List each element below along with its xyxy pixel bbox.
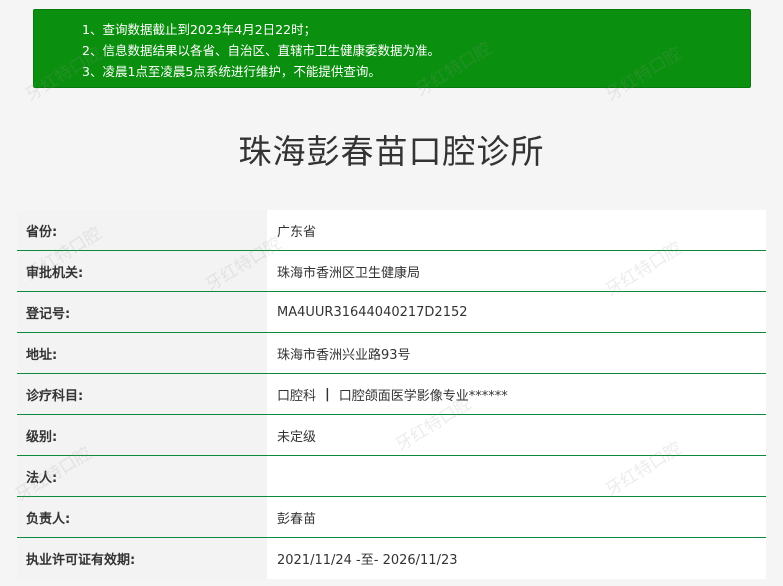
row-label: 级别: <box>17 415 267 455</box>
table-row: 负责人: 彭春苗 <box>17 497 766 538</box>
department-item: 口腔科 <box>277 388 317 404</box>
department-item: 口腔颌面医学影像专业****** <box>338 388 508 404</box>
notice-line-3: 3、凌晨1点至凌晨5点系统进行维护，不能提供查询。 <box>82 64 381 79</box>
table-row: 级别: 未定级 <box>17 415 766 456</box>
row-label: 执业许可证有效期: <box>17 538 267 579</box>
row-value: 2021/11/24 -至- 2026/11/23 <box>267 538 766 579</box>
notice-banner: 1、查询数据截止到2023年4月2日22时； 2、信息数据结果以各省、自治区、直… <box>33 9 751 88</box>
row-value: 彭春苗 <box>267 497 766 537</box>
department-separator: | <box>325 386 330 402</box>
table-row: 审批机关: 珠海市香洲区卫生健康局 <box>17 251 766 292</box>
row-value: 珠海市香洲区卫生健康局 <box>267 251 766 291</box>
row-label: 省份: <box>17 210 267 250</box>
table-row: 地址: 珠海市香洲兴业路93号 <box>17 333 766 374</box>
table-row: 执业许可证有效期: 2021/11/24 -至- 2026/11/23 <box>17 538 766 579</box>
row-value-departments: 口腔科 | 口腔颌面医学影像专业****** <box>267 374 766 414</box>
notice-line-1: 1、查询数据截止到2023年4月2日22时； <box>82 22 317 37</box>
table-row: 省份: 广东省 <box>17 210 766 251</box>
notice-line-2: 2、信息数据结果以各省、自治区、直辖市卫生健康委数据为准。 <box>82 43 440 58</box>
row-value: 广东省 <box>267 210 766 250</box>
row-value: MA4UUR31644040217D2152 <box>267 292 766 332</box>
row-label: 诊疗科目: <box>17 374 267 414</box>
table-row: 登记号: MA4UUR31644040217D2152 <box>17 292 766 333</box>
row-label: 负责人: <box>17 497 267 537</box>
page-title: 珠海彭春苗口腔诊所 <box>238 132 545 171</box>
row-label: 登记号: <box>17 292 267 332</box>
row-label: 审批机关: <box>17 251 267 291</box>
row-label: 地址: <box>17 333 267 373</box>
row-value: 未定级 <box>267 415 766 455</box>
table-row: 法人: <box>17 456 766 497</box>
table-row: 诊疗科目: 口腔科 | 口腔颌面医学影像专业****** <box>17 374 766 415</box>
row-value: 珠海市香洲兴业路93号 <box>267 333 766 373</box>
row-label: 法人: <box>17 456 267 496</box>
row-value <box>267 456 766 496</box>
info-table: 省份: 广东省 审批机关: 珠海市香洲区卫生健康局 登记号: MA4UUR316… <box>17 210 766 579</box>
